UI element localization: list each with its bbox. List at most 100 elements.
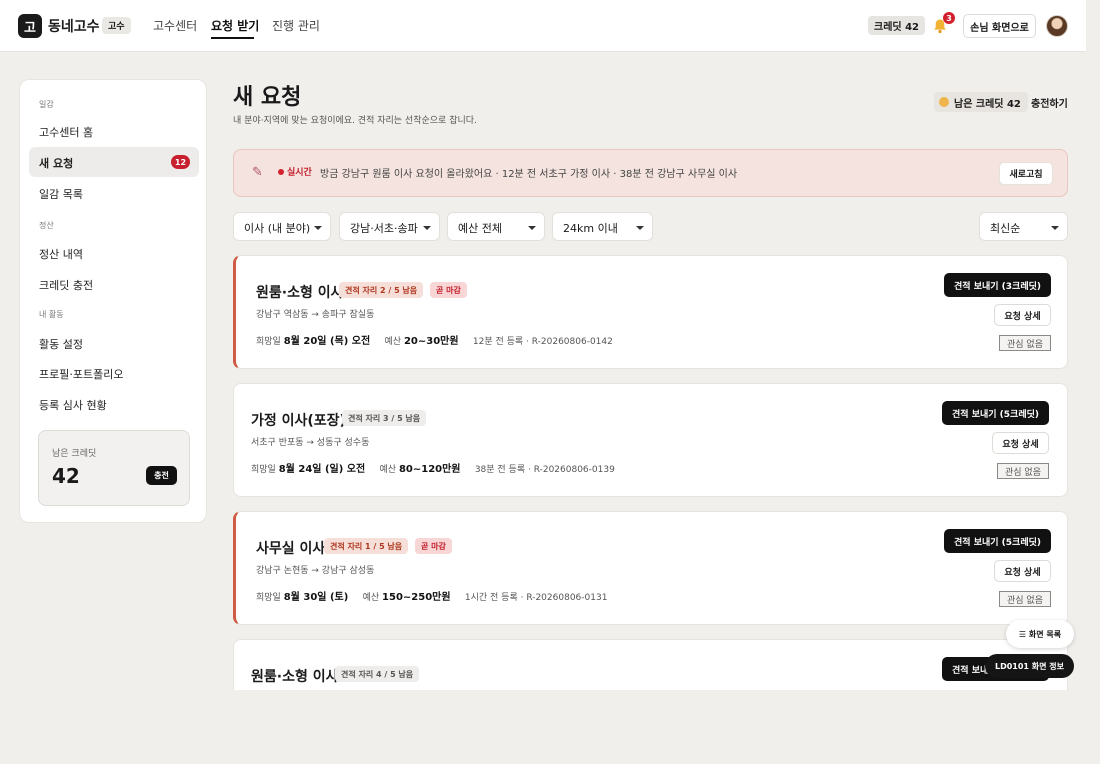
scrollbar-gutter [1086,0,1100,764]
date-label: 희망일 [251,465,276,475]
nav-receive-requests[interactable]: 요청 받기 [211,17,259,34]
screen-list-button[interactable]: ☰ 화면 목록 [1006,620,1074,648]
filter-region-label: 강남·서초·송파 [350,222,418,235]
request-detail-button[interactable]: 요청 상세 [994,560,1051,582]
request-meta: 희망일 8월 30일 (토) 예산 150~250만원 1시간 전 등록 · R… [256,588,607,603]
credit-card-value: 42 [52,464,80,488]
budget-value: 80~120만원 [398,464,461,475]
credit-pill[interactable]: 크레딧 42 [868,16,925,35]
page-subtitle: 내 분야·지역에 맞는 요청이에요. 견적 자리는 선착순으로 찹니다. [233,116,477,126]
sidebar: 일감 고수센터 홈 새 요청 12 일감 목록 정산 정산 내역 크레딧 충전 … [19,79,207,523]
logo-icon[interactable]: 고 [18,14,42,38]
sidebar-item-registration-review[interactable]: 등록 심사 현황 [39,397,107,413]
sort-label: 최신순 [990,222,1021,235]
chevron-down-icon [423,226,431,230]
chevron-down-icon [314,226,322,230]
remaining-credit-card: 남은 크레딧 42 충전 [38,430,190,506]
registered-info: 1시간 전 등록 · R-20260806-0131 [464,593,608,603]
role-badge: 고수 [102,17,131,34]
credit-card-label: 남은 크레딧 [52,449,97,459]
live-dot-icon [278,169,284,175]
request-detail-button[interactable]: 요청 상세 [992,432,1049,454]
sidebar-item-credit-charge[interactable]: 크레딧 충전 [39,277,93,293]
new-requests-count-badge: 12 [171,155,190,169]
date-label: 희망일 [256,337,281,347]
send-quote-button[interactable]: 견적 보내기 (3크레딧) [944,273,1051,297]
desired-date: 8월 24일 (일) 오전 [278,464,366,475]
filter-budget-label: 예산 전체 [458,222,502,235]
screen-info-button[interactable]: LD0101 화면 정보 [985,654,1074,678]
registered-info: 38분 전 등록 · R-20260806-0139 [474,465,615,475]
not-interested-button[interactable]: 관심 없음 [999,591,1051,607]
customer-view-button[interactable]: 손님 화면으로 [963,14,1036,38]
live-banner: ✎ 실시간 방금 강남구 원룸 이사 요청이 올라왔어요 · 12분 전 서초구… [233,149,1068,197]
filter-region[interactable]: 강남·서초·송파 [339,212,440,241]
top-bar: 고 동네고수 고수 고수센터 요청 받기 진행 관리 크레딧 42 3 손님 화… [0,0,1086,52]
sort-select[interactable]: 최신순 [979,212,1068,241]
chevron-down-icon [636,226,644,230]
deadline-badge: 곧 마감 [430,282,467,298]
budget-value: 150~250만원 [382,592,451,603]
budget-label: 예산 [379,465,397,475]
slots-badge: 견적 자리 2 / 5 남음 [339,282,424,298]
remaining-credits-label: 남은 크레딧 42 [954,98,1021,110]
not-interested-button[interactable]: 관심 없음 [997,463,1049,479]
send-quote-button[interactable]: 견적 보내기 (5크레딧) [944,529,1051,553]
sidebar-item-work-list[interactable]: 일감 목록 [39,186,83,202]
request-title: 사무실 이사 [256,541,326,557]
live-label: 실시간 [287,168,312,178]
filter-category[interactable]: 이사 (내 분야) [233,212,331,241]
sidebar-section-work: 일감 [39,100,54,109]
page-title: 새 요청 [233,85,302,110]
request-route: 강남구 논현동 → 강남구 삼성동 [256,566,375,576]
slots-badge: 견적 자리 1 / 5 남음 [324,538,409,554]
filter-distance-label: 24km 이내 [563,222,618,235]
avatar[interactable] [1046,15,1068,37]
sidebar-item-settlement-history[interactable]: 정산 내역 [39,246,83,262]
remaining-credits-pill: 남은 크레딧 42 [934,92,1028,112]
sidebar-section-settlement: 정산 [39,221,54,230]
request-detail-button[interactable]: 요청 상세 [994,304,1051,326]
not-interested-button[interactable]: 관심 없음 [999,335,1051,351]
brand-name[interactable]: 동네고수 [48,16,100,36]
nav-pro-center[interactable]: 고수센터 [153,17,197,34]
sidebar-item-profile-portfolio[interactable]: 프로필·포트폴리오 [39,366,123,382]
budget-value: 20~30만원 [403,336,459,347]
budget-label: 예산 [362,593,380,603]
nav-active-underline [211,37,254,39]
recharge-link[interactable]: 충전하기 [1031,95,1068,110]
filter-distance[interactable]: 24km 이내 [552,212,653,241]
request-route: 강남구 역삼동 → 송파구 잠실동 [256,310,375,320]
chevron-down-icon [1051,226,1059,230]
filter-budget[interactable]: 예산 전체 [447,212,545,241]
charge-button[interactable]: 충전 [146,466,177,485]
request-title: 가정 이사(포장) [251,413,346,429]
date-label: 희망일 [256,593,281,603]
request-card[interactable]: 가정 이사(포장) 견적 자리 3 / 5 남음 서초구 반포동 → 성동구 성… [233,383,1068,497]
budget-label: 예산 [384,337,402,347]
sidebar-item-activity-settings[interactable]: 활동 설정 [39,336,83,352]
request-card[interactable]: 사무실 이사 견적 자리 1 / 5 남음 곧 마감 강남구 논현동 → 강남구… [233,511,1068,625]
request-title: 원룸·소형 이사 [256,285,344,301]
request-meta: 희망일 8월 20일 (목) 오전 예산 20~30만원 12분 전 등록 · … [256,332,613,347]
sidebar-section-my-activity: 내 활동 [39,310,64,319]
request-meta: 희망일 8월 24일 (일) 오전 예산 80~120만원 38분 전 등록 ·… [251,460,615,475]
request-route: 서초구 반포동 → 성동구 성수동 [251,438,370,448]
notification-count-badge: 3 [943,12,955,24]
deadline-badge: 곧 마감 [415,538,452,554]
slots-badge: 견적 자리 4 / 5 남음 [335,666,420,682]
chevron-down-icon [528,226,536,230]
request-card[interactable]: 원룸·소형 이사 견적 자리 2 / 5 남음 곧 마감 강남구 역삼동 → 송… [233,255,1068,369]
slots-badge: 견적 자리 3 / 5 남음 [342,410,427,426]
sidebar-item-new-requests[interactable]: 새 요청 [39,155,73,171]
coin-icon [939,97,949,107]
party-popper-icon: ✎ [252,165,263,180]
nav-progress-management[interactable]: 진행 관리 [272,17,320,34]
refresh-button[interactable]: 새로고침 [999,162,1053,185]
sidebar-item-pro-home[interactable]: 고수센터 홈 [39,124,93,140]
desired-date: 8월 20일 (목) 오전 [283,336,371,347]
page-bottom-background [220,690,1086,764]
filter-category-label: 이사 (내 분야) [244,222,311,235]
live-text: 방금 강남구 원룸 이사 요청이 올라왔어요 · 12분 전 서초구 가정 이사… [320,169,738,180]
send-quote-button[interactable]: 견적 보내기 (5크레딧) [942,401,1049,425]
